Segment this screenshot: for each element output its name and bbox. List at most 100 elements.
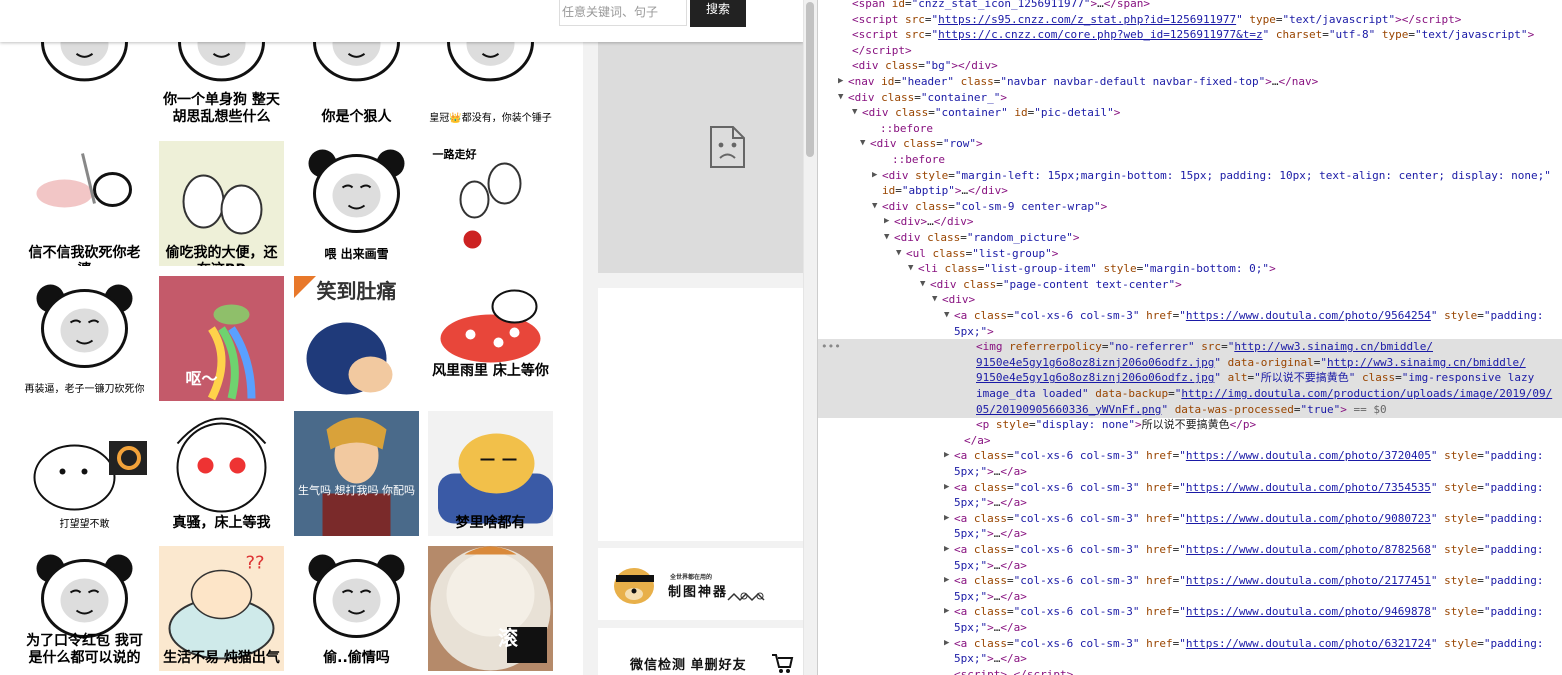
page-scrollbar-thumb[interactable] (806, 2, 814, 157)
dom-tree-node[interactable]: 5px;"> (818, 324, 1562, 340)
expand-arrow-icon[interactable]: ▶ (944, 511, 949, 526)
ad-blank[interactable] (598, 288, 803, 541)
dom-node-markup: <div class="page-content text-center"> (930, 277, 1182, 291)
dom-tree-node[interactable]: ••• <img referrerpolicy="no-referrer" src… (818, 339, 1562, 356)
expand-arrow-icon[interactable]: ▶ (944, 448, 949, 463)
dom-tree-node[interactable]: ▼ <div class="row"> (818, 136, 1562, 152)
collapse-arrow-icon[interactable]: ▼ (920, 277, 925, 292)
collapse-arrow-icon[interactable]: ▼ (944, 308, 949, 323)
dom-tree-node[interactable]: <script src="https://s95.cnzz.com/z_stat… (818, 12, 1562, 28)
meme-caption: 生活不易 炖猫出气 (163, 650, 280, 666)
dom-tree-node[interactable]: ::before (818, 152, 1562, 168)
dom-tree-node[interactable]: ▼ <div class="random_picture"> (818, 230, 1562, 246)
dom-node-markup: <a class="col-xs-6 col-sm-3" href="https… (954, 511, 1544, 525)
dom-tree-node[interactable]: 5px;">…</a> (818, 651, 1562, 667)
dom-tree-node[interactable]: 5px;">…</a> (818, 589, 1562, 605)
meme-image-link[interactable]: 滚 (428, 546, 553, 671)
dom-node-markup: <div class="random_picture"> (894, 231, 1080, 244)
dom-tree-node[interactable]: </a> (818, 433, 1562, 449)
meme-image-link[interactable]: 信不信我砍死你老婆 (22, 141, 147, 266)
search-input[interactable]: 任意关键词、句子 (559, 0, 687, 26)
dom-tree-node[interactable]: 9150e4e5gy1g6o8oz8iznj206o06odfz.jpg" da… (818, 354, 1562, 371)
dom-tree-node[interactable]: 9150e4e5gy1g6o8oz8iznj206o06odfz.jpg" al… (818, 370, 1562, 387)
dom-tree-node[interactable]: 5px;">…</a> (818, 464, 1562, 480)
dom-tree-node[interactable]: ▶ <a class="col-xs-6 col-sm-3" href="http… (818, 604, 1562, 620)
meme-image-link[interactable]: 梦里啥都有 (428, 411, 553, 536)
dom-tree-node[interactable]: ▼ <ul class="list-group"> (818, 246, 1562, 262)
dom-tree-node[interactable]: 5px;">…</a> (818, 620, 1562, 636)
expand-arrow-icon[interactable]: ▶ (944, 480, 949, 495)
meme-image-link[interactable]: 一路走好 (428, 141, 553, 266)
meme-image-link[interactable]: 偷吃我的大便，还在这BB (159, 141, 284, 266)
meme-image-link[interactable]: 喂 出来画雪 (294, 141, 419, 266)
dom-tree-node[interactable]: ▼ <li class="list-group-item" style="marg… (818, 261, 1562, 277)
expand-arrow-icon[interactable]: ▶ (872, 168, 877, 183)
dom-node-markup: <a class="col-xs-6 col-sm-3" href="https… (954, 543, 1544, 556)
dom-tree-node[interactable]: <p style="display: none">所以说不要搞黄色</p> (818, 417, 1562, 433)
collapse-arrow-icon[interactable]: ▼ (838, 90, 843, 105)
devtools-elements-panel: <span id="cnzz_stat_icon_1256911977">…</… (817, 0, 1562, 675)
dom-tree-node[interactable]: ▶ <a class="col-xs-6 col-sm-3" href="http… (818, 448, 1562, 464)
meme-image-link[interactable]: 为了口令红包 我可是什么都可以说的 (22, 546, 147, 671)
collapse-arrow-icon[interactable]: ▼ (908, 261, 913, 276)
dom-tree-node[interactable]: <script>…</script> (818, 667, 1562, 675)
dom-tree-node[interactable]: ▶ <div style="margin-left: 15px;margin-bo… (818, 168, 1562, 184)
dom-tree-node[interactable]: id="abptip">…</div> (818, 183, 1562, 199)
dom-node-markup: 5px;">…</a> (954, 558, 1027, 572)
meme-image-link[interactable]: 生气吗 想打我吗 你配吗 (294, 411, 419, 536)
dom-tree-node[interactable]: 5px;">…</a> (818, 558, 1562, 574)
dom-tree-node[interactable]: ▼ <div> (818, 292, 1562, 308)
meme-image-link[interactable]: 打望望不敢 (22, 411, 147, 536)
dom-tree-node[interactable]: ▼ <div class="container" id="pic-detail"> (818, 105, 1562, 121)
meme-caption: 偷吃我的大便，还在这BB (165, 245, 278, 266)
dom-tree-node[interactable]: <div class="bg"></div> (818, 58, 1562, 74)
meme-image-link[interactable]: 偷..偷情吗 (294, 546, 419, 671)
collapse-arrow-icon[interactable]: ▼ (860, 136, 865, 151)
dom-tree-node[interactable]: ▼ <div class="page-content text-center"> (818, 277, 1562, 293)
expand-arrow-icon[interactable]: ▶ (838, 74, 843, 89)
search-button[interactable]: 搜索 (690, 0, 746, 27)
dom-tree-node[interactable]: 05/20190905660336_yWVnFf.png" data-was-p… (818, 401, 1562, 418)
dom-tree-node[interactable]: </script> (818, 43, 1562, 59)
ad-wechat[interactable]: 微信检测 单删好友 (598, 628, 803, 675)
dom-node-markup: <div class="bg"></div> (852, 59, 998, 73)
collapse-arrow-icon[interactable]: ▼ (852, 105, 857, 120)
meme-image-link[interactable]: 笑到肚痛 (294, 276, 419, 401)
dom-tree-node[interactable]: ▶ <a class="col-xs-6 col-sm-3" href="http… (818, 480, 1562, 496)
navbar: 任意关键词、句子 搜索 (0, 0, 803, 42)
collapse-arrow-icon[interactable]: ▼ (896, 246, 901, 261)
sidebar: 全世界都在用的 制图神器 微信检测 单删好友 (583, 0, 803, 675)
dom-tree-node[interactable]: ▶ <div>…</div> (818, 214, 1562, 230)
meme-image-link[interactable]: ?? 生活不易 炖猫出气 (159, 546, 284, 671)
dom-tree-node[interactable]: image_dta loaded" data-backup="http://im… (818, 386, 1562, 402)
dom-tree-node[interactable]: ▶ <a class="col-xs-6 col-sm-3" href="http… (818, 511, 1562, 527)
expand-arrow-icon[interactable]: ▶ (944, 636, 949, 651)
dom-tree-node[interactable]: 5px;">…</a> (818, 495, 1562, 511)
meme-image-link[interactable]: 风里雨里 床上等你 (428, 276, 553, 401)
dom-node-markup: <div> (942, 293, 976, 307)
dom-tree-node[interactable]: <script src="https://c.cnzz.com/core.php… (818, 27, 1562, 43)
expand-arrow-icon[interactable]: ▶ (944, 542, 949, 557)
dom-tree-node[interactable]: ▼ <div class="container_"> (818, 90, 1562, 106)
dom-tree-node[interactable]: ▼ <div class="col-sm-9 center-wrap"> (818, 199, 1562, 215)
dom-tree-node[interactable]: ::before (818, 121, 1562, 137)
dom-tree-node[interactable]: ▶ <a class="col-xs-6 col-sm-3" href="http… (818, 636, 1562, 652)
collapse-arrow-icon[interactable]: ▼ (884, 230, 889, 245)
collapse-arrow-icon[interactable]: ▼ (932, 292, 937, 307)
dom-tree-node[interactable]: ▶ <nav id="header" class="navbar navbar-d… (818, 74, 1562, 90)
meme-image-link[interactable]: 再装逼，老子一镰刀砍死你 (22, 276, 147, 401)
expand-arrow-icon[interactable]: ▶ (944, 573, 949, 588)
ad-tool[interactable]: 全世界都在用的 制图神器 (598, 548, 803, 620)
expand-arrow-icon[interactable]: ▶ (884, 214, 889, 229)
dom-tree-node[interactable]: 5px;">…</a> (818, 526, 1562, 542)
collapse-arrow-icon[interactable]: ▼ (872, 199, 877, 214)
meme-caption: 风里雨里 床上等你 (432, 363, 549, 379)
dom-tree-node[interactable]: ▶ <a class="col-xs-6 col-sm-3" href="http… (818, 573, 1562, 589)
node-menu-icon[interactable]: ••• (821, 339, 841, 354)
dom-tree-node[interactable]: <span id="cnzz_stat_icon_1256911977">…</… (818, 0, 1562, 12)
expand-arrow-icon[interactable]: ▶ (944, 604, 949, 619)
meme-image-link[interactable]: 呕～ (159, 276, 284, 401)
dom-tree-node[interactable]: ▶ <a class="col-xs-6 col-sm-3" href="http… (818, 542, 1562, 558)
meme-image-link[interactable]: 真骚，床上等我 (159, 411, 284, 536)
dom-tree-node[interactable]: ▼ <a class="col-xs-6 col-sm-3" href="http… (818, 308, 1562, 324)
